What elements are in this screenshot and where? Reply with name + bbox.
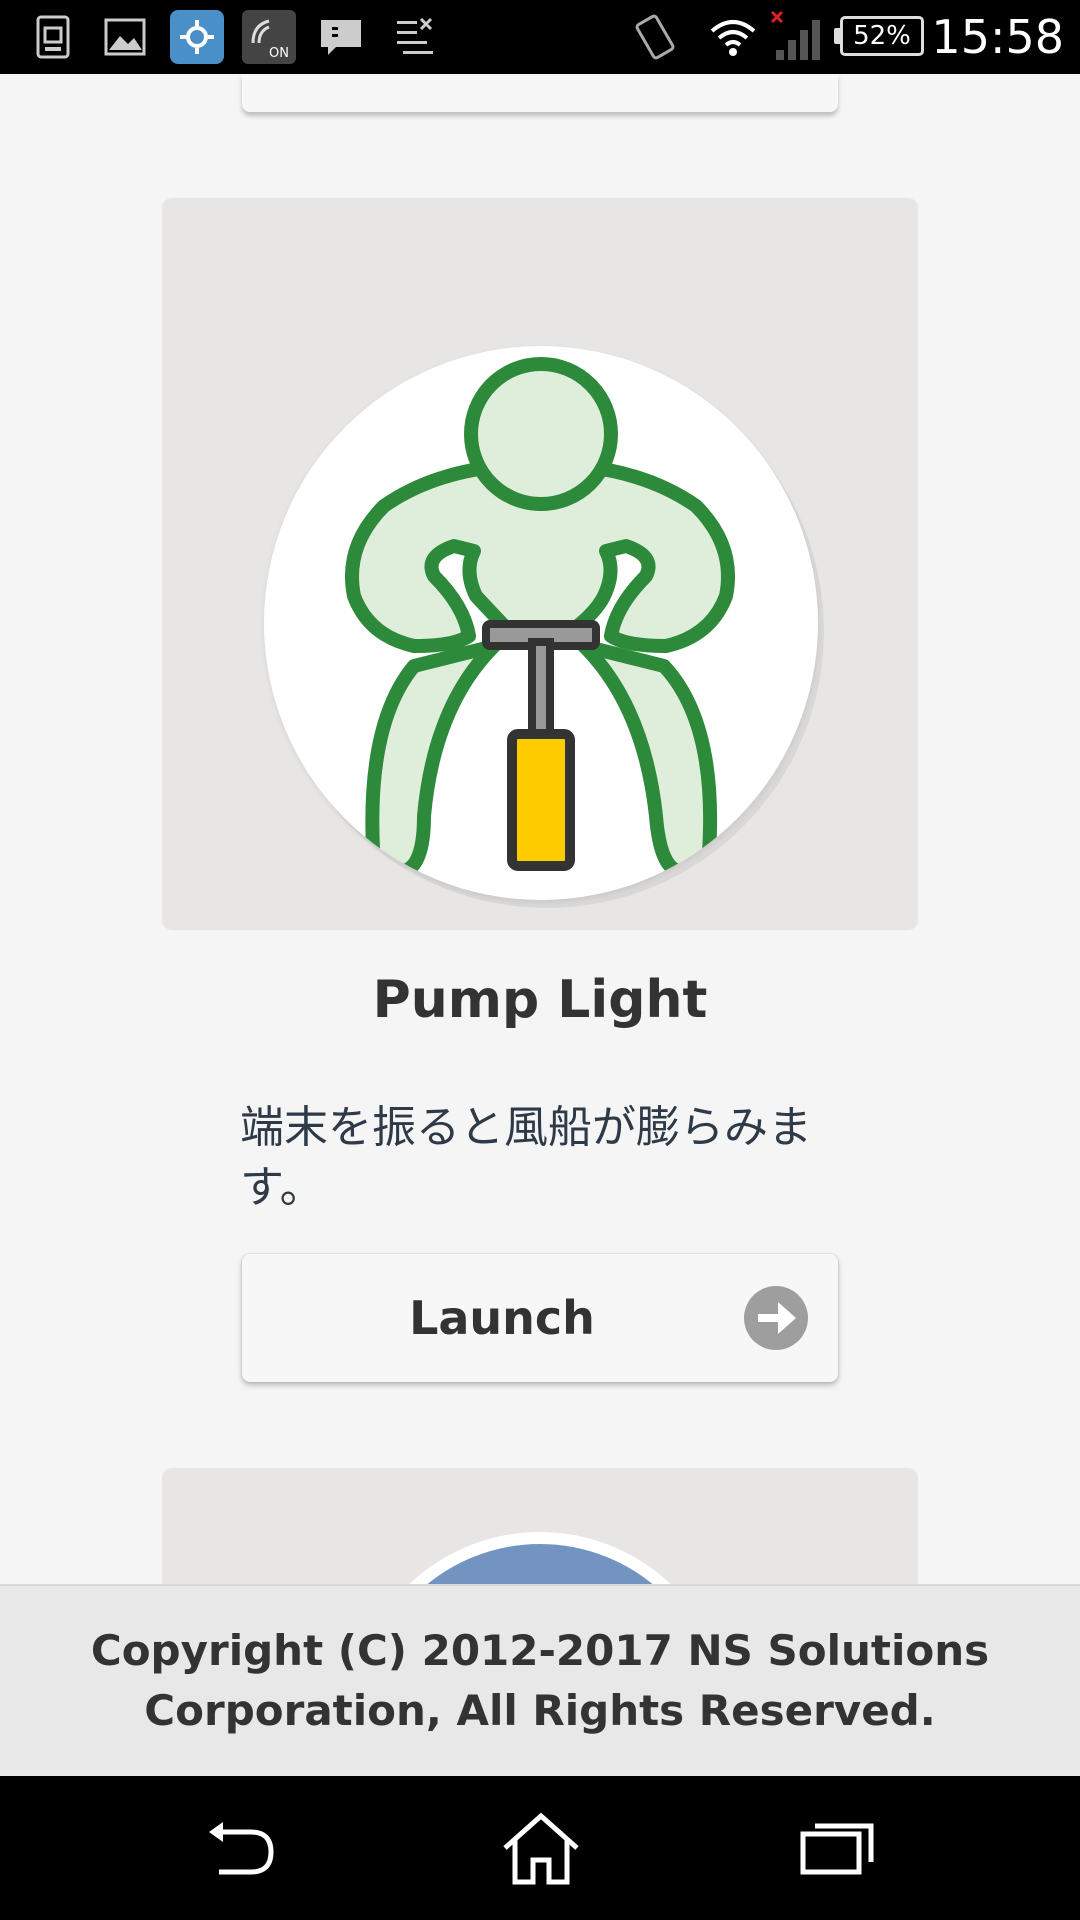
nfc-on-icon: ON <box>242 10 296 64</box>
message-icon <box>314 10 368 64</box>
launch-label: Launch <box>409 1291 595 1345</box>
copyright-text: Copyright (C) 2012-2017 NS Solutions Cor… <box>90 1626 990 1735</box>
next-app-card <box>162 1468 918 1584</box>
arrow-right-icon <box>744 1286 808 1350</box>
footer: Copyright (C) 2012-2017 NS Solutions Cor… <box>0 1584 1080 1776</box>
launch-button[interactable]: Launch <box>242 1254 838 1382</box>
signal-no-service-icon <box>770 10 824 64</box>
gallery-icon <box>98 10 152 64</box>
svg-text:ON: ON <box>269 46 289 61</box>
back-icon[interactable] <box>196 1806 286 1890</box>
task-list-icon <box>388 10 442 64</box>
vibrate-icon <box>628 10 682 64</box>
app-description: 端末を振ると風船が膨らみます。 <box>240 1102 812 1213</box>
next-app-image <box>350 1532 730 1584</box>
sim-card-icon <box>26 10 80 64</box>
app-title: Pump Light <box>372 970 708 1030</box>
navigation-bar <box>0 1776 1080 1920</box>
battery-percent: 52% <box>853 21 911 51</box>
app-content[interactable]: Pump Light 端末を振ると風船が膨らみます。 Launch <box>0 74 1080 1584</box>
recents-icon[interactable] <box>794 1806 884 1890</box>
previous-launch-button[interactable] <box>242 74 838 112</box>
settings-app-icon <box>170 10 224 64</box>
wifi-icon <box>706 10 760 64</box>
battery-indicator: 52% <box>840 16 924 56</box>
status-bar: ON 52% 15:58 <box>0 0 1080 74</box>
home-icon[interactable] <box>496 1806 586 1890</box>
clock: 15:58 <box>931 10 1064 64</box>
person-pump-icon <box>264 346 818 900</box>
